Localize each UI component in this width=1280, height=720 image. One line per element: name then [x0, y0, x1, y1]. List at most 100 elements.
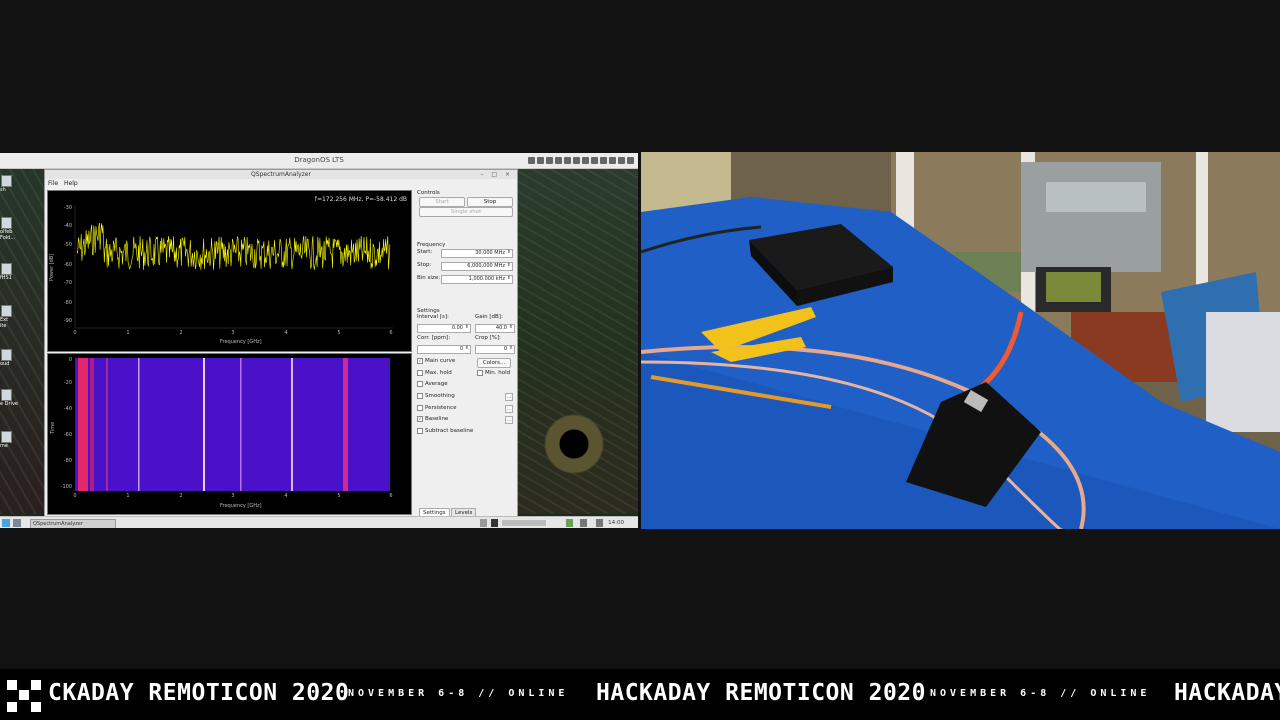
- desktop-icon[interactable]: e Drive: [0, 389, 18, 407]
- corr-field[interactable]: 0: [417, 345, 471, 354]
- tray-icon[interactable]: [564, 157, 571, 164]
- spectrum-ylabel: Power [dB]: [49, 253, 55, 281]
- desktop-icon[interactable]: me: [0, 431, 16, 449]
- checkbox-box[interactable]: [417, 393, 423, 399]
- smoothing-checkbox[interactable]: Smoothing: [417, 393, 455, 399]
- controls-heading: Controls: [417, 190, 440, 196]
- start-frequency-field[interactable]: 30.000 MHz: [441, 249, 513, 258]
- spectrum-plot[interactable]: f=172.256 MHz, P=-58.412 dB Power [dB] F…: [47, 190, 412, 352]
- subtract-baseline-checkbox[interactable]: Subtract baseline: [417, 428, 473, 434]
- spectrum-trace: [76, 222, 391, 270]
- y-tick: -60: [63, 432, 72, 438]
- drive-icon: [1, 389, 12, 401]
- window-controls[interactable]: – □ ×: [480, 170, 513, 179]
- single-shot-button[interactable]: Single shot: [419, 207, 513, 217]
- x-tick: 6: [389, 493, 393, 499]
- bin-size-field[interactable]: 1,000.000 kHz: [441, 275, 513, 284]
- x-tick: 0: [73, 493, 77, 499]
- start-menu-icon[interactable]: [2, 519, 10, 527]
- home-icon: [1, 431, 12, 443]
- y-tick: -50: [63, 242, 72, 248]
- tray-icon[interactable]: [555, 157, 562, 164]
- tray-icon[interactable]: [582, 157, 589, 164]
- desktop-icon[interactable]: fHS1: [0, 263, 16, 281]
- checkbox-box[interactable]: [417, 381, 423, 387]
- banner-subtitle: NOVEMBER 6-8 // ONLINE: [930, 688, 1151, 699]
- checkbox-box[interactable]: [417, 370, 423, 376]
- stop-frequency-field[interactable]: 6,000.000 MHz: [441, 262, 513, 271]
- tray-icon[interactable]: [573, 157, 580, 164]
- x-tick: 5: [337, 493, 341, 499]
- x-tick: 1: [126, 330, 130, 336]
- workspace-icon[interactable]: [491, 519, 498, 527]
- waterfall-plot[interactable]: Time Frequency [GHz] 0 -20 -40 -60 -80 -…: [47, 353, 412, 515]
- window-titlebar[interactable]: QSpectrumAnalyzer – □ ×: [45, 170, 517, 179]
- desktop-icons: sh olfeb Fold... fHS1 Ext ite oud e Drive …: [0, 171, 18, 501]
- camera-scene: [641, 152, 1280, 529]
- corr-label: Corr. [ppm]:: [417, 335, 451, 341]
- max-hold-checkbox[interactable]: Max. hold: [417, 370, 452, 376]
- tray-icon[interactable]: [591, 157, 598, 164]
- cloud-icon: [1, 349, 12, 361]
- tray-icon[interactable]: [618, 157, 625, 164]
- y-tick: -40: [63, 223, 72, 229]
- y-tick: -80: [63, 300, 72, 306]
- persistence-options-button[interactable]: ...: [505, 405, 513, 413]
- y-tick: 0: [68, 357, 72, 363]
- desktop-icon[interactable]: olfeb Fold...: [0, 217, 16, 241]
- tray-icon[interactable]: [627, 157, 634, 164]
- interval-field[interactable]: 0.00: [417, 324, 471, 333]
- start-button[interactable]: Start: [419, 197, 465, 207]
- tray-icon[interactable]: [528, 157, 535, 164]
- crop-field[interactable]: 0: [475, 345, 515, 354]
- smoothing-options-button[interactable]: ...: [505, 393, 513, 401]
- tray-icon[interactable]: [609, 157, 616, 164]
- colors-button[interactable]: Colors...: [477, 358, 511, 368]
- taskbar: QSpectrumAnalyzer 14:00: [0, 516, 638, 528]
- checkbox-box[interactable]: [417, 428, 423, 434]
- baseline-checkbox[interactable]: ✓ Baseline: [417, 416, 448, 422]
- desktop-icon[interactable]: oud: [0, 349, 16, 367]
- checkbox-box[interactable]: [417, 405, 423, 411]
- network-icon[interactable]: [580, 519, 587, 527]
- y-tick: -80: [63, 458, 72, 464]
- volume-icon[interactable]: [596, 519, 603, 527]
- min-hold-checkbox[interactable]: Min. hold: [477, 370, 510, 376]
- y-tick: -40: [63, 406, 72, 412]
- desktop-icon[interactable]: Ext ite: [0, 305, 16, 329]
- menu-bar: File Help: [45, 179, 517, 188]
- persistence-checkbox[interactable]: Persistence: [417, 405, 456, 411]
- folder-icon: [1, 217, 12, 229]
- menu-help[interactable]: Help: [64, 179, 78, 188]
- desktop-icon[interactable]: sh: [0, 175, 16, 193]
- os-top-bar: DragonOS LTS: [0, 153, 638, 169]
- checkbox-box[interactable]: ✓: [417, 358, 423, 364]
- tray-icon[interactable]: [600, 157, 607, 164]
- x-tick: 5: [337, 330, 341, 336]
- waterfall-ylabel: Time: [50, 421, 56, 434]
- y-tick: -100: [60, 484, 72, 490]
- gain-field[interactable]: 40.0: [475, 324, 515, 333]
- average-checkbox[interactable]: Average: [417, 381, 448, 387]
- main-curve-checkbox[interactable]: ✓ Main curve: [417, 358, 455, 364]
- checkbox-box[interactable]: ✓: [417, 416, 423, 422]
- workspace-icon[interactable]: [480, 519, 487, 527]
- baseline-options-button[interactable]: ...: [505, 416, 513, 424]
- stop-button[interactable]: Stop: [467, 197, 513, 207]
- y-tick: -20: [63, 380, 72, 386]
- tray-icon[interactable]: [537, 157, 544, 164]
- x-tick: 6: [389, 330, 393, 336]
- app-launcher-icon[interactable]: [13, 519, 21, 527]
- network-icon[interactable]: [566, 519, 573, 527]
- hackaday-logo-icon: [7, 680, 41, 712]
- tray-icon[interactable]: [546, 157, 553, 164]
- checkbox-box[interactable]: [477, 370, 483, 376]
- crop-label: Crop [%]:: [475, 335, 501, 341]
- y-tick: -60: [63, 262, 72, 268]
- start-label: Start:: [417, 249, 433, 255]
- waterfall-signal-band: [106, 358, 108, 491]
- menu-file[interactable]: File: [48, 179, 58, 188]
- taskbar-item-qspectrumanalyzer[interactable]: QSpectrumAnalyzer: [30, 519, 116, 528]
- bin-size-label: Bin size:: [417, 275, 441, 281]
- frequency-heading: Frequency: [417, 242, 446, 248]
